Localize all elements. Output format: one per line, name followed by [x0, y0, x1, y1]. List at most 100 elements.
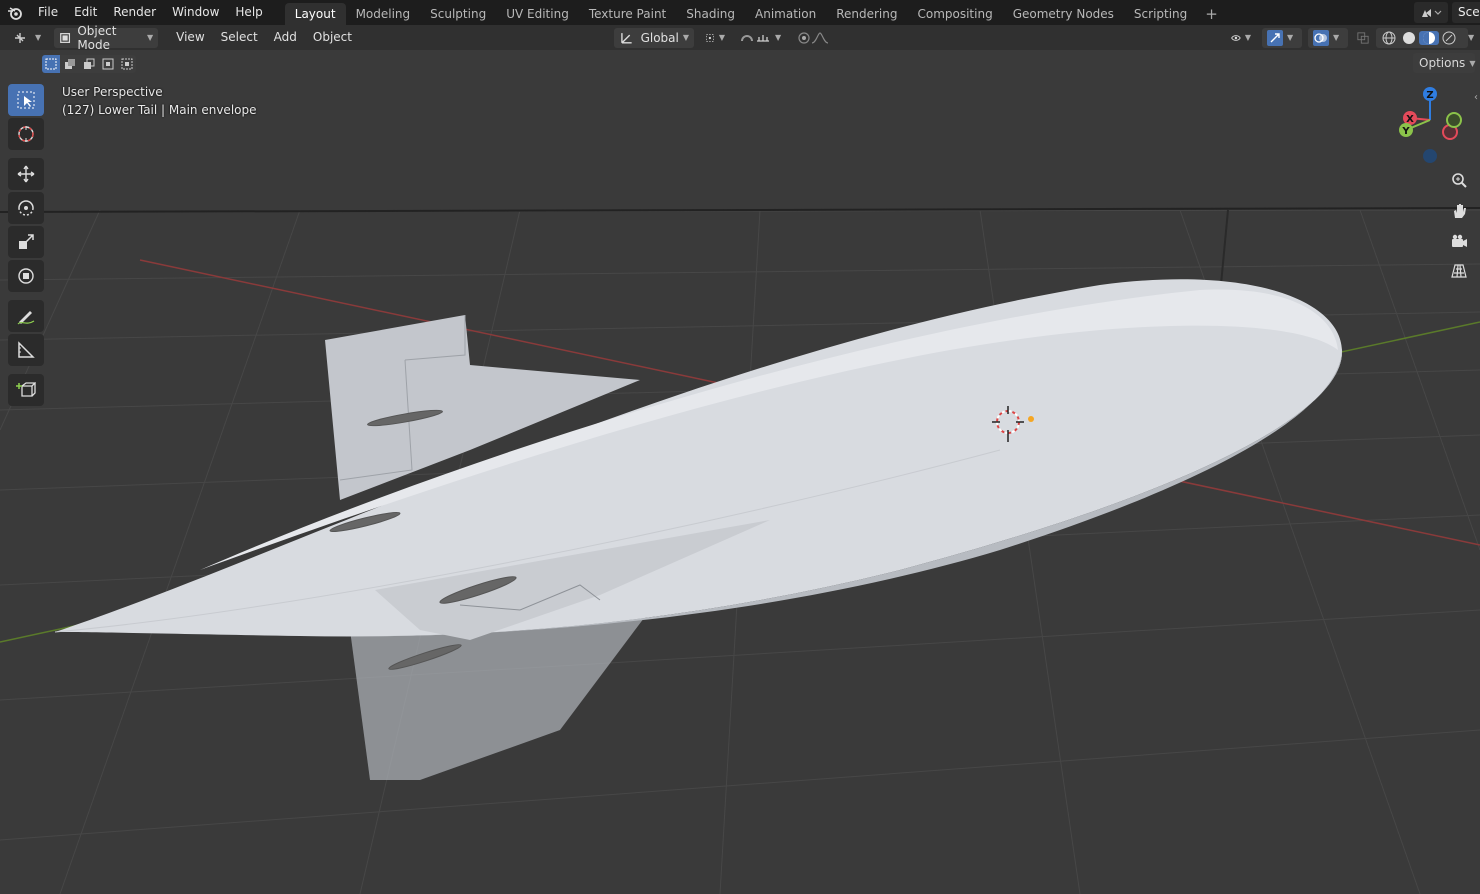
tab-layout[interactable]: Layout: [284, 3, 346, 25]
snap-increment-icon: [757, 34, 769, 42]
tab-uv-editing[interactable]: UV Editing: [496, 3, 579, 25]
main-menu: File Edit Render Window Help: [30, 0, 271, 25]
pan-button[interactable]: [1447, 199, 1471, 223]
select-invert-icon[interactable]: [98, 55, 117, 73]
solid-shading-icon[interactable]: [1399, 31, 1419, 45]
tab-shading[interactable]: Shading: [676, 3, 745, 25]
add-workspace-icon[interactable]: +: [1197, 3, 1226, 25]
ortho-toggle-button[interactable]: [1447, 259, 1471, 283]
scene-name-field[interactable]: Scer: [1452, 2, 1480, 23]
xray-button[interactable]: [1352, 28, 1374, 48]
menu-add[interactable]: Add: [266, 25, 305, 50]
hand-icon: [1454, 204, 1466, 218]
tab-modeling[interactable]: Modeling: [346, 3, 421, 25]
menu-window[interactable]: Window: [164, 0, 227, 25]
tab-compositing[interactable]: Compositing: [907, 3, 1002, 25]
select-box-tool[interactable]: [8, 84, 44, 116]
overlays-icon: [1313, 29, 1329, 46]
editor-type-icon: [15, 32, 25, 43]
visibility-button[interactable]: ▼: [1226, 28, 1256, 48]
menu-object[interactable]: Object: [305, 25, 360, 50]
gizmo-neg-y-axis[interactable]: [1446, 112, 1462, 128]
scale-tool[interactable]: [8, 226, 44, 258]
tool-shelf: [8, 84, 44, 408]
camera-view-button[interactable]: [1447, 229, 1471, 253]
magnet-icon: [741, 34, 753, 41]
add-cube-icon: [16, 382, 36, 397]
tool-header: Options ▼: [0, 50, 1480, 76]
measure-tool[interactable]: [8, 334, 44, 366]
gizmo-icon: [1267, 29, 1283, 46]
object-origin: [1028, 416, 1034, 422]
rendered-shading-icon[interactable]: [1439, 31, 1459, 45]
camera-icon: [1452, 234, 1467, 247]
pivot-point-button[interactable]: ▼: [700, 28, 730, 48]
move-icon: [17, 165, 35, 183]
header-menus: View Select Add Object: [168, 25, 360, 50]
3d-viewport[interactable]: [0, 50, 1480, 894]
select-box-icon: [17, 91, 35, 109]
select-subtract-icon[interactable]: [79, 55, 98, 73]
sidebar-toggle-icon[interactable]: ‹: [1474, 92, 1478, 103]
tab-geometry-nodes[interactable]: Geometry Nodes: [1003, 3, 1124, 25]
select-new-icon[interactable]: [42, 55, 60, 73]
pivot-icon: [706, 33, 714, 42]
shading-mode-buttons: [1376, 27, 1468, 48]
eye-icon: [1231, 34, 1241, 41]
rotate-tool[interactable]: [8, 192, 44, 224]
transform-icon: [18, 268, 34, 284]
object-mode-icon: [60, 32, 71, 43]
proportional-editing-button[interactable]: [792, 28, 844, 48]
menu-edit[interactable]: Edit: [66, 0, 105, 25]
material-shading-icon[interactable]: [1419, 30, 1439, 45]
transform-orientation-dropdown[interactable]: Global ▼: [614, 27, 694, 48]
navigation-gizmo[interactable]: Z X Y: [1392, 84, 1472, 168]
grid-perspective-icon: [1451, 264, 1467, 278]
gizmo-y-label: Y: [1401, 126, 1410, 137]
options-dropdown[interactable]: Options ▼: [1413, 53, 1475, 73]
orientation-label: Global: [640, 30, 679, 45]
tab-sculpting[interactable]: Sculpting: [420, 3, 496, 25]
rotate-icon: [18, 200, 34, 216]
gizmo-toggle-button[interactable]: ▼: [1262, 27, 1302, 48]
move-tool[interactable]: [8, 158, 44, 190]
annotate-tool[interactable]: [8, 300, 44, 332]
scene-browse-button[interactable]: [1414, 2, 1448, 23]
menu-render[interactable]: Render: [105, 0, 164, 25]
menu-help[interactable]: Help: [227, 0, 270, 25]
zoom-magnifier-icon: [1452, 173, 1467, 188]
orientation-icon: [621, 32, 632, 44]
cursor-tool[interactable]: [8, 118, 44, 150]
tab-animation[interactable]: Animation: [745, 3, 826, 25]
blender-logo-icon[interactable]: [0, 0, 30, 25]
snap-button[interactable]: ▼: [734, 28, 788, 48]
scale-icon: [19, 234, 34, 249]
workspace-tabs: Layout Modeling Sculpting UV Editing Tex…: [284, 0, 1226, 25]
tab-rendering[interactable]: Rendering: [826, 3, 907, 25]
scene-selector: Scer: [1414, 0, 1480, 25]
gizmo-z-label: Z: [1426, 90, 1433, 101]
select-extend-icon[interactable]: [60, 55, 79, 73]
wireframe-shading-icon[interactable]: [1379, 31, 1399, 45]
options-label: Options: [1419, 56, 1466, 70]
menu-file[interactable]: File: [30, 0, 66, 25]
cursor-icon: [18, 126, 34, 142]
overlays-button[interactable]: ▼: [1308, 27, 1348, 48]
xray-icon: [1357, 31, 1369, 44]
falloff-icon: [811, 31, 829, 44]
tab-texture-paint[interactable]: Texture Paint: [579, 3, 676, 25]
proportional-icon: [798, 31, 810, 44]
transform-tool[interactable]: [8, 260, 44, 292]
menu-view[interactable]: View: [168, 25, 212, 50]
editor-type-button[interactable]: ▼: [8, 28, 46, 48]
add-cube-tool[interactable]: [8, 374, 44, 406]
annotate-pencil-icon: [17, 311, 35, 325]
gizmo-neg-z-axis[interactable]: [1423, 149, 1437, 163]
mode-dropdown[interactable]: Object Mode ▼: [54, 24, 159, 52]
select-intersect-icon[interactable]: [117, 55, 136, 73]
zoom-button[interactable]: [1447, 168, 1471, 192]
menu-select[interactable]: Select: [213, 25, 266, 50]
tab-scripting[interactable]: Scripting: [1124, 3, 1197, 25]
viewport-scene: [0, 50, 1480, 894]
shading-dropdown-icon[interactable]: ▼: [1468, 33, 1474, 42]
